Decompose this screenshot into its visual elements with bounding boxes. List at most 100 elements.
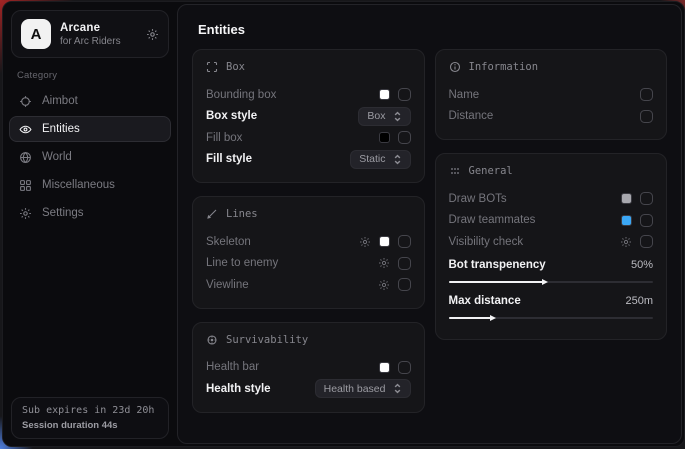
sidebar-item-label: Settings [42,207,84,219]
left-column: Box Bounding box Box style Box [192,49,425,426]
setting-label: Bot transpenency [449,259,631,271]
lines-section-header: Lines [206,208,411,220]
sub-expires-text: Sub expires in 23d 20h [22,405,158,416]
globe-icon [19,151,32,164]
setting-label: Box style [206,110,358,122]
sidebar-item-settings[interactable]: Settings [9,200,171,226]
lines-section: Lines Skeleton Line to enemy [192,196,425,309]
setting-label: Draw BOTs [449,193,622,205]
general-dots-grid-icon [449,165,461,177]
setting-label: Health bar [206,361,379,373]
setting-row: Name [449,84,654,106]
visibility-check-checkbox[interactable] [640,235,653,248]
setting-label: Name [449,89,641,101]
entities-eye-icon [19,123,32,136]
setting-label: Max distance [449,295,626,307]
general-section: General Draw BOTs Draw teammates [435,153,668,340]
section-title: Survivability [226,334,308,346]
sidebar: A Arcane for Arc Riders Category Aimbot [3,2,177,446]
distance-checkbox[interactable] [640,110,653,123]
category-label: Category [17,70,163,81]
viewline-settings-gear-icon[interactable] [378,279,390,291]
box-section-header: Box [206,61,411,73]
content: Box Bounding box Box style Box [178,43,681,426]
name-checkbox[interactable] [640,88,653,101]
setting-row: Fill style Static [206,149,411,171]
information-section: Information Name Distance [435,49,668,140]
visibility-check-settings-gear-icon[interactable] [620,236,632,248]
draw-teammates-color-swatch[interactable] [621,215,632,226]
layout-grid-icon [19,179,32,192]
bot-transparency-value: 50% [631,259,653,271]
section-title: Information [469,61,539,73]
line-to-enemy-checkbox[interactable] [398,257,411,270]
dropdown-value: Static [359,153,385,165]
crosshair-icon [19,95,32,108]
dropdown-value: Health based [324,383,386,395]
slider-fill[interactable] [449,281,543,283]
app-subtitle: for Arc Riders [60,36,137,47]
line-to-enemy-settings-gear-icon[interactable] [378,257,390,269]
draw-bots-checkbox[interactable] [640,192,653,205]
gear-icon[interactable] [146,28,159,41]
section-title: Lines [226,208,258,220]
bounding-box-color-swatch[interactable] [379,89,390,100]
gear-icon [19,207,32,220]
fill-box-checkbox[interactable] [398,131,411,144]
setting-label: Visibility check [449,236,621,248]
bounding-box-checkbox[interactable] [398,88,411,101]
skeleton-settings-gear-icon[interactable] [359,236,371,248]
fill-style-dropdown[interactable]: Static [350,150,410,169]
sidebar-item-label: Miscellaneous [42,179,115,191]
health-style-dropdown[interactable]: Health based [315,379,411,398]
sidebar-item-aimbot[interactable]: Aimbot [9,88,171,114]
draw-bots-color-swatch[interactable] [621,193,632,204]
fill-box-color-swatch[interactable] [379,132,390,143]
sidebar-item-miscellaneous[interactable]: Miscellaneous [9,172,171,198]
setting-label: Distance [449,110,641,122]
setting-label: Bounding box [206,89,379,101]
chevron-up-down-icon [393,154,402,165]
health-bar-color-swatch[interactable] [379,362,390,373]
setting-row: Fill box [206,127,411,149]
setting-row: Health bar [206,357,411,379]
viewline-checkbox[interactable] [398,278,411,291]
setting-label: Health style [206,383,315,395]
brand-text: Arcane for Arc Riders [60,22,137,47]
survivability-section-header: Survivability [206,334,411,346]
skeleton-color-swatch[interactable] [379,236,390,247]
session-duration-text: Session duration 44s [22,420,158,431]
setting-row: Draw BOTs [449,188,654,210]
section-title: Box [226,61,245,73]
setting-row: Skeleton [206,231,411,253]
draw-teammates-checkbox[interactable] [640,214,653,227]
max-distance-slider[interactable] [449,317,654,319]
setting-label: Line to enemy [206,257,378,269]
dropdown-value: Box [367,110,385,122]
general-section-header: General [449,165,654,177]
max-distance-group: Max distance 250m [449,291,654,319]
setting-row: Health style Health based [206,378,411,400]
survivability-radar-icon [206,334,218,346]
slider-fill[interactable] [449,317,492,319]
chevron-up-down-icon [393,111,402,122]
sidebar-item-label: World [42,151,72,163]
pencil-line-icon [206,208,218,220]
right-column: Information Name Distance [435,49,668,353]
skeleton-checkbox[interactable] [398,235,411,248]
subscription-card: Sub expires in 23d 20h Session duration … [11,397,169,439]
page-title: Entities [178,5,681,43]
box-brackets-icon [206,61,218,73]
setting-label: Fill box [206,132,379,144]
setting-label: Viewline [206,279,378,291]
sidebar-item-entities[interactable]: Entities [9,116,171,142]
box-section: Box Bounding box Box style Box [192,49,425,183]
sidebar-item-world[interactable]: World [9,144,171,170]
setting-label: Skeleton [206,236,359,248]
box-style-dropdown[interactable]: Box [358,107,410,126]
health-bar-checkbox[interactable] [398,361,411,374]
information-icon [449,61,461,73]
main-panel: Entities Box Bounding box [177,4,682,444]
bot-transparency-slider[interactable] [449,281,654,283]
survivability-section: Survivability Health bar Health style [192,322,425,413]
